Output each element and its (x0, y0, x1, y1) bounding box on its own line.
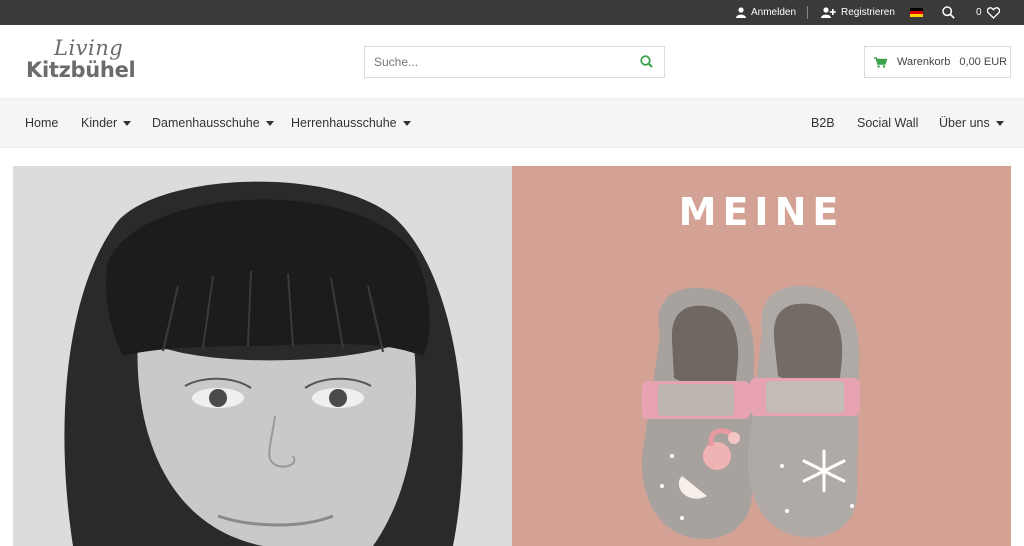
nav-item-kinder[interactable]: Kinder (81, 99, 132, 147)
user-icon (736, 7, 746, 18)
language-switcher[interactable] (910, 0, 923, 25)
search-input[interactable] (365, 47, 630, 77)
chevron-down-icon (402, 120, 411, 126)
top-bar: Anmelden Registrieren 0 (0, 0, 1024, 25)
chevron-down-icon (995, 120, 1004, 126)
chevron-down-icon (123, 120, 132, 126)
cart-label: Warenkorb (897, 56, 951, 68)
hero-promo-panel[interactable]: MEINE (512, 166, 1011, 546)
chevron-down-icon (265, 120, 274, 126)
nav-item-ueber-uns[interactable]: Über uns (939, 99, 1004, 147)
main-navigation: Home Kinder Damenhausschuhe Herrenhaussc… (0, 98, 1024, 148)
nav-item-herrenhausschuhe[interactable]: Herrenhausschuhe (291, 99, 411, 147)
register-label: Registrieren (841, 7, 895, 18)
search-toggle[interactable] (942, 0, 955, 25)
login-label: Anmelden (751, 7, 797, 18)
search-box (364, 46, 665, 78)
wishlist-link[interactable]: 0 (976, 0, 1000, 25)
hero-portrait-image[interactable] (13, 166, 512, 546)
login-link[interactable]: Anmelden (736, 0, 796, 25)
nav-item-label: Über uns (939, 116, 990, 130)
heart-icon (986, 6, 1000, 19)
nav-item-social-wall[interactable]: Social Wall (857, 99, 918, 147)
nav-item-damenhausschuhe[interactable]: Damenhausschuhe (152, 99, 274, 147)
logo-script-text: Living (54, 36, 124, 60)
nav-item-label: Kinder (81, 116, 118, 130)
cart-icon (874, 56, 887, 68)
nav-item-label: Damenhausschuhe (152, 116, 260, 130)
nav-item-b2b[interactable]: B2B (811, 99, 835, 147)
nav-item-home[interactable]: Home (25, 99, 58, 147)
nav-item-label: Herrenhausschuhe (291, 116, 397, 130)
wishlist-count: 0 (976, 7, 982, 18)
cart-button[interactable]: Warenkorb 0,00 EUR (864, 46, 1011, 78)
nav-item-label: Social Wall (857, 116, 919, 130)
nav-item-label: Home (25, 116, 59, 130)
topbar-divider (807, 6, 808, 19)
cart-amount: 0,00 EUR (959, 56, 1008, 68)
nav-item-label: B2B (811, 116, 835, 130)
search-submit-button[interactable] (638, 53, 656, 71)
slipper-product-image (641, 285, 860, 540)
register-link[interactable]: Registrieren (821, 0, 895, 25)
site-logo[interactable]: Living Kitzbühel (26, 36, 146, 88)
user-plus-icon (821, 7, 836, 18)
search-icon (942, 6, 955, 19)
child-portrait-illustration (64, 181, 463, 546)
logo-brand-text: Kitzbühel (26, 58, 136, 82)
search-icon (640, 55, 653, 68)
german-flag-icon (910, 8, 923, 17)
